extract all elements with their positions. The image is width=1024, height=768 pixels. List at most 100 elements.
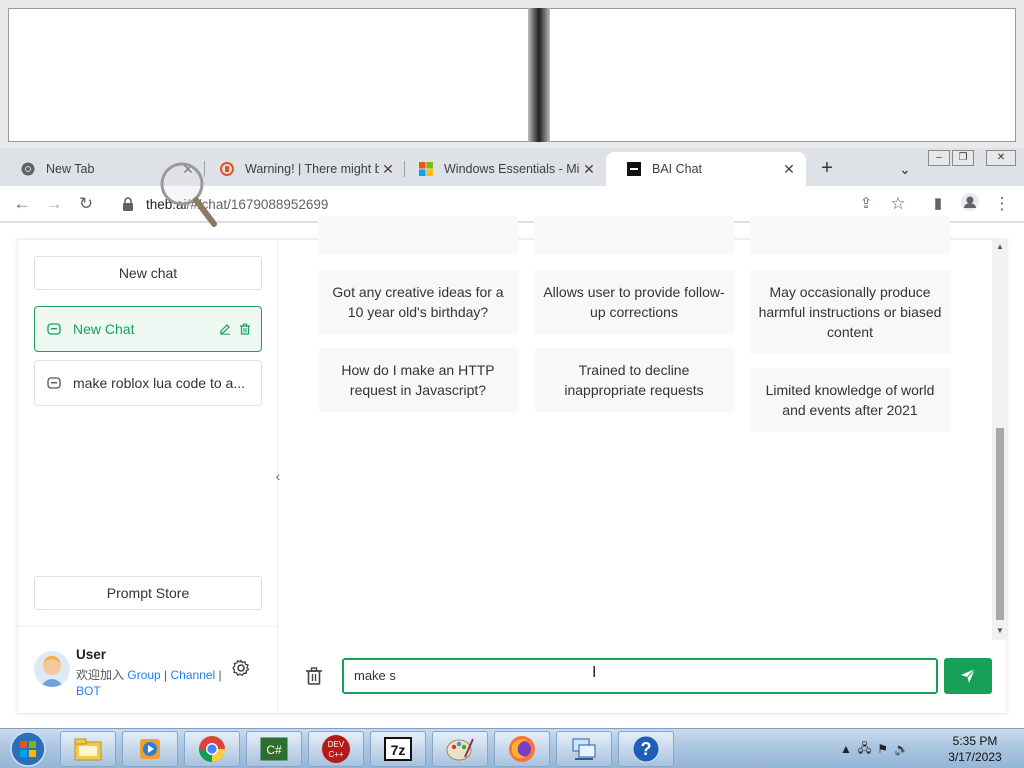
message-input[interactable]: make s [342,658,938,694]
close-icon[interactable]: ✕ [179,161,197,178]
clock[interactable]: 5:35 PM 3/17/2023 [940,733,1010,765]
windows-start-icon[interactable] [2,730,50,768]
sidebar: New chat New Chat make roblox lua code t… [18,240,278,715]
example-card-hidden [750,216,950,254]
chat-bubble-icon [47,377,61,389]
tab-strip: New Tab ✕ Warning! | There might be ✕ Wi… [0,148,1024,186]
tab-warning[interactable]: Warning! | There might be ✕ [199,152,405,186]
brave-warning-icon [219,161,235,177]
bai-icon [626,161,642,177]
svg-text:C#: C# [266,743,282,757]
avatar [34,651,70,687]
example-card-hidden [534,216,734,254]
chat-item-roblox[interactable]: make roblox lua code to a... [34,360,262,406]
help-icon[interactable]: ? [618,731,674,767]
new-tab-button[interactable]: + [814,156,840,182]
menu-kebab-icon[interactable]: ⋮ [990,192,1014,216]
example-card[interactable]: Got any creative ideas for a 10 year old… [318,270,518,334]
user-panel: User 欢迎加入 Group | Channel | BOT [18,626,278,715]
share-icon[interactable]: ⇪ [854,192,878,216]
group-link[interactable]: Group [127,668,160,682]
scroll-down-icon[interactable]: ▼ [996,626,1004,635]
close-icon[interactable]: ✕ [379,161,397,178]
send-button[interactable] [944,658,992,694]
chrome-icon[interactable] [184,731,240,767]
page-content: New chat New Chat make roblox lua code t… [0,216,1024,728]
firefox-icon[interactable] [494,731,550,767]
system-tray: ▲ 🖧 ⚑ 🔊 [840,735,909,763]
trash-icon[interactable] [304,666,324,686]
delete-icon[interactable] [239,323,251,335]
tab-label: BAI Chat [652,162,703,176]
example-card-hidden [318,216,518,254]
example-card[interactable]: How do I make an HTTP request in Javascr… [318,348,518,412]
capability-card: Allows user to provide follow-up correct… [534,270,734,334]
chat-item-new-chat[interactable]: New Chat [34,306,262,352]
paint-icon[interactable] [432,731,488,767]
clock-time: 5:35 PM [952,734,998,748]
explorer-icon[interactable] [60,731,116,767]
scrollbar[interactable]: ▲ ▼ [992,240,1008,640]
chat-item-label: New Chat [73,321,135,337]
tab-label: New Tab [46,162,95,176]
svg-text:7z: 7z [391,742,406,758]
tab-label: Windows Essentials - Mic [444,162,580,176]
user-name: User [76,647,107,662]
background-window-divider [528,8,550,142]
chat-main: Got any creative ideas for a 10 year old… [278,216,1008,715]
scrollbar-thumb[interactable] [996,428,1004,620]
chrome-icon [20,161,36,177]
svg-text:DEV: DEV [328,740,345,749]
network-tray-icon[interactable]: 🖧 [858,739,871,760]
volume-icon[interactable]: 🔊 [894,742,909,756]
scroll-up-icon[interactable]: ▲ [996,242,1004,251]
close-window-button[interactable]: ✕ [986,150,1016,166]
text-cursor-icon: I [592,664,597,681]
tab-windows-essentials[interactable]: Windows Essentials - Mic ✕ [398,152,606,186]
address-bar[interactable]: theb.ai/#/chat/1679088952699 [110,190,915,218]
action-center-flag-icon[interactable]: ⚑ [877,742,888,756]
restore-button[interactable]: ❐ [952,150,974,166]
tab-bai-chat[interactable]: BAI Chat ✕ [606,152,806,186]
7zip-icon[interactable]: 7z [370,731,426,767]
join-text: 欢迎加入 [76,668,125,682]
bookmark-star-icon[interactable]: ☆ [886,192,910,216]
network-icon[interactable] [556,731,612,767]
tab-new-tab[interactable]: New Tab ✕ [0,152,205,186]
clock-date: 3/17/2023 [948,750,1002,764]
send-icon [961,668,976,683]
forward-icon[interactable]: → [42,192,66,216]
gear-icon[interactable] [232,659,250,677]
minimize-button[interactable]: – [928,150,950,166]
profile-icon[interactable] [958,192,982,216]
limitation-card: Limited knowledge of world and events af… [750,368,950,432]
capability-card: Trained to decline inappropriate request… [534,348,734,412]
devcpp-icon[interactable]: DEV C++ [308,731,364,767]
chat-bubble-icon [47,323,61,335]
browser-window: New Tab ✕ Warning! | There might be ✕ Wi… [0,148,1024,728]
microsoft-icon [418,161,434,177]
close-icon[interactable]: ✕ [780,161,798,178]
taskbar: C# DEV C++ 7z ? ▲ 🖧 ⚑ 🔊 5:35 PM 3/17/2023 [0,728,1024,768]
svg-text:C++: C++ [328,750,343,759]
lock-icon [123,197,133,211]
csharp-icon[interactable]: C# [246,731,302,767]
tab-search-chevron-icon[interactable]: ⌄ [894,156,916,182]
new-chat-button[interactable]: New chat [34,256,262,290]
background-window [0,0,1024,148]
bot-link[interactable]: BOT [76,684,101,698]
show-hidden-icons-icon[interactable]: ▲ [840,742,852,756]
url-text: theb.ai/#/chat/1679088952699 [146,196,329,212]
user-links: 欢迎加入 Group | Channel | BOT [76,668,222,698]
tab-label: Warning! | There might be [245,162,379,176]
back-icon[interactable]: ← [10,192,34,216]
chat-item-label: make roblox lua code to a... [73,375,245,391]
side-panel-icon[interactable]: ▮ [926,192,950,216]
channel-link[interactable]: Channel [171,668,216,682]
prompt-store-button[interactable]: Prompt Store [34,576,262,610]
media-player-icon[interactable] [122,731,178,767]
reload-icon[interactable]: ↻ [74,192,98,216]
close-icon[interactable]: ✕ [580,161,598,178]
edit-icon[interactable] [219,323,231,335]
chat-app: New chat New Chat make roblox lua code t… [17,216,1008,715]
